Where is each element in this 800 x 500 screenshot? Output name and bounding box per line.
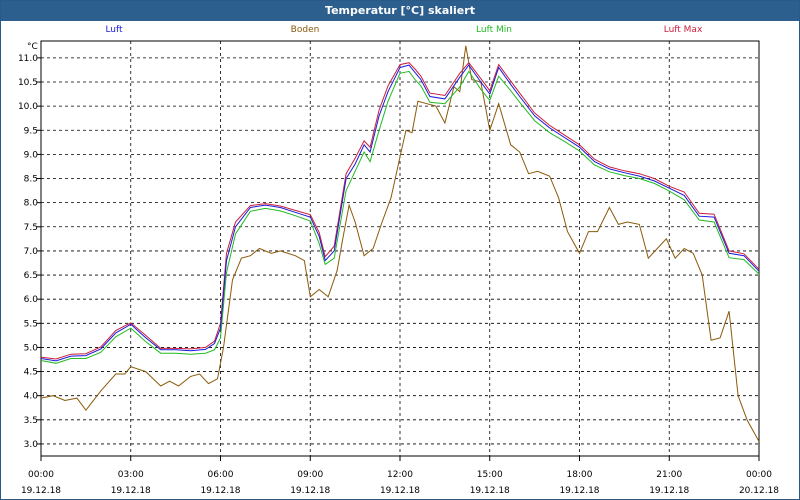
chart-window: Temperatur [°C] skaliert Luft Boden Luft…	[0, 0, 800, 500]
x-axis: 00:00 19.12.18 03:00 19.12.18 06:00 19.12.18 0…	[21, 456, 779, 496]
y-tick-label: 11.0	[18, 54, 38, 64]
chart-svg: 3.0 3.5 4.0 4.5 5.0 5.5 6.0 6.5 7.0 7.5 8.0 8.5 9.0 9…	[18, 40, 779, 496]
y-tick-label: 9.0	[24, 150, 39, 160]
y-tick-label: 4.0	[24, 392, 39, 402]
y-tick-label: 5.0	[24, 343, 39, 353]
y-axis: 3.0 3.5 4.0 4.5 5.0 5.5 6.0 6.5 7.0 7.5 8.0 8.5 9.0 9…	[18, 54, 41, 450]
x-tick-date: 19.12.18	[380, 486, 420, 496]
y-tick-label: 3.5	[24, 416, 38, 426]
y-tick-label: 7.5	[24, 223, 38, 233]
x-tick-date: 19.12.18	[470, 486, 510, 496]
y-tick-label: 7.0	[24, 247, 39, 257]
x-tick-date: 19.12.18	[649, 486, 689, 496]
y-tick-label: 3.0	[24, 440, 39, 450]
x-tick-date: 19.12.18	[111, 486, 151, 496]
y-tick-label: 5.5	[24, 319, 38, 329]
y-tick-label: 6.0	[24, 295, 39, 305]
x-tick-date: 19.12.18	[559, 486, 599, 496]
x-tick-time: 15:00	[477, 470, 503, 480]
x-tick-time: 12:00	[387, 470, 413, 480]
grid	[40, 41, 760, 456]
x-tick-time: 00:00	[746, 470, 772, 480]
y-tick-label: 10.5	[18, 78, 38, 88]
series-lines	[40, 45, 760, 442]
x-tick-time: 18:00	[567, 470, 593, 480]
x-tick-date: 19.12.18	[200, 486, 240, 496]
x-tick-time: 06:00	[208, 470, 234, 480]
x-tick-time: 03:00	[118, 470, 144, 480]
y-tick-label: 8.5	[24, 175, 38, 185]
y-tick-label: 9.5	[24, 126, 38, 136]
series-line-boden	[40, 45, 760, 442]
y-tick-label: 4.5	[24, 368, 38, 378]
x-tick-time: 00:00	[28, 470, 54, 480]
x-tick-date: 20.12.18	[739, 486, 779, 496]
x-tick-date: 19.12.18	[290, 486, 330, 496]
x-tick-time: 21:00	[656, 470, 682, 480]
x-tick-date: 19.12.18	[21, 486, 61, 496]
x-tick-time: 09:00	[297, 470, 323, 480]
y-tick-label: 6.5	[24, 271, 38, 281]
y-axis-label: °C	[27, 42, 38, 52]
y-tick-label: 10.0	[18, 102, 38, 112]
y-tick-label: 8.0	[24, 199, 39, 209]
